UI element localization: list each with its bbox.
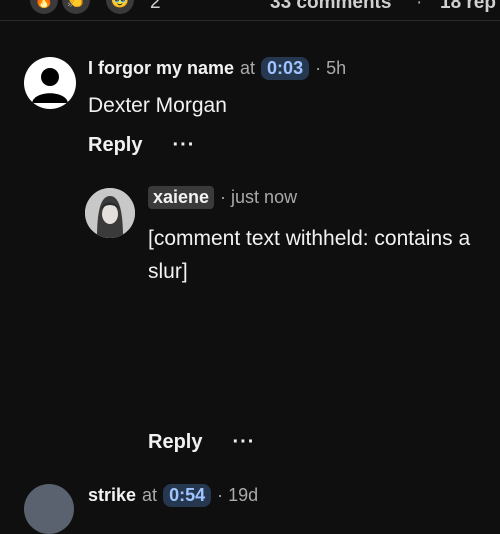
fire-reaction-icon[interactable]: 🔥 xyxy=(30,0,58,14)
author-name[interactable]: I forgor my name xyxy=(88,58,234,79)
comment-header: strike at 0:54 · 19d xyxy=(88,484,258,507)
teary-face-reaction-icon[interactable]: 🥹 xyxy=(106,0,134,14)
default-user-icon xyxy=(32,68,68,103)
avatar[interactable] xyxy=(85,188,135,238)
timestamp-link[interactable]: 0:03 xyxy=(261,57,310,80)
comment-age: · 19d xyxy=(217,485,259,505)
clap-reaction-icon[interactable]: 👏 xyxy=(62,0,90,14)
profile-picture-icon xyxy=(85,188,135,238)
comment-text-withheld: [comment text withheld: contains a slur] xyxy=(148,227,471,283)
timestamp-link[interactable]: 0:54 xyxy=(163,484,212,507)
comment-header: xaiene · just now xyxy=(148,186,297,209)
reaction-count: 2 xyxy=(150,0,161,13)
comment-actions: Reply ··· xyxy=(148,431,255,454)
comment-actions: Reply ··· xyxy=(88,134,195,157)
author-name[interactable]: strike xyxy=(88,485,136,506)
comment-header: I forgor my name at 0:03 · 5h xyxy=(88,57,346,80)
avatar[interactable] xyxy=(24,57,76,109)
comment-age: · just now xyxy=(220,187,298,207)
at-label: at xyxy=(240,58,256,78)
comments-count[interactable]: 33 comments xyxy=(270,0,391,14)
more-options-button[interactable]: ··· xyxy=(232,431,255,454)
reaction-summary-bar: 🔥 👏 🥹 2 33 comments · 18 rep xyxy=(0,0,500,21)
avatar[interactable] xyxy=(24,484,74,534)
separator: · xyxy=(416,0,423,13)
reply-button[interactable]: Reply xyxy=(148,431,202,454)
comment-text: Dexter Morgan xyxy=(88,94,227,117)
author-name[interactable]: xaiene xyxy=(148,186,215,209)
at-label: at xyxy=(142,485,158,505)
comment-age: · 5h xyxy=(315,58,347,78)
more-options-button[interactable]: ··· xyxy=(172,134,195,157)
reply-button[interactable]: Reply xyxy=(88,134,142,157)
replies-count[interactable]: 18 rep xyxy=(440,0,496,14)
